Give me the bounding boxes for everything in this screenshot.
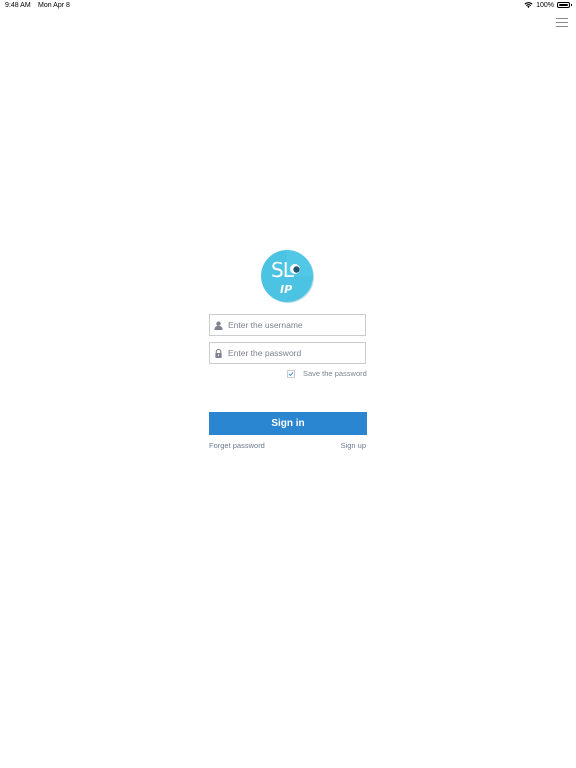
battery-percent: 100% [536,1,554,9]
lock-icon [215,348,222,358]
hamburger-menu-icon[interactable] [556,18,568,28]
battery-icon [557,2,572,8]
save-password-checkbox[interactable] [287,369,295,378]
forget-password-link[interactable]: Forget password [209,441,265,450]
login-screen: 9:48 AM Mon Apr 8 100% SL IP Enter the u… [0,0,576,768]
password-field[interactable] [209,342,366,364]
checkmark-icon [288,371,294,376]
password-input[interactable] [228,348,358,358]
username-input[interactable] [228,320,358,330]
username-field[interactable] [209,314,366,336]
save-password-label: Save the password [303,369,367,378]
app-logo: SL IP [261,250,314,303]
wifi-icon [524,2,533,8]
status-date: Mon Apr 8 [38,2,70,9]
status-bar: 9:48 AM Mon Apr 8 100% [0,0,576,12]
sign-in-button[interactable]: Sign in [209,412,367,435]
save-password-row: Save the password [287,369,367,378]
status-time: 9:48 AM [5,2,31,9]
logo-sub-text: IP [280,283,292,296]
sign-up-link[interactable]: Sign up [341,441,366,450]
user-icon [214,321,223,330]
status-right: 100% [524,1,572,9]
